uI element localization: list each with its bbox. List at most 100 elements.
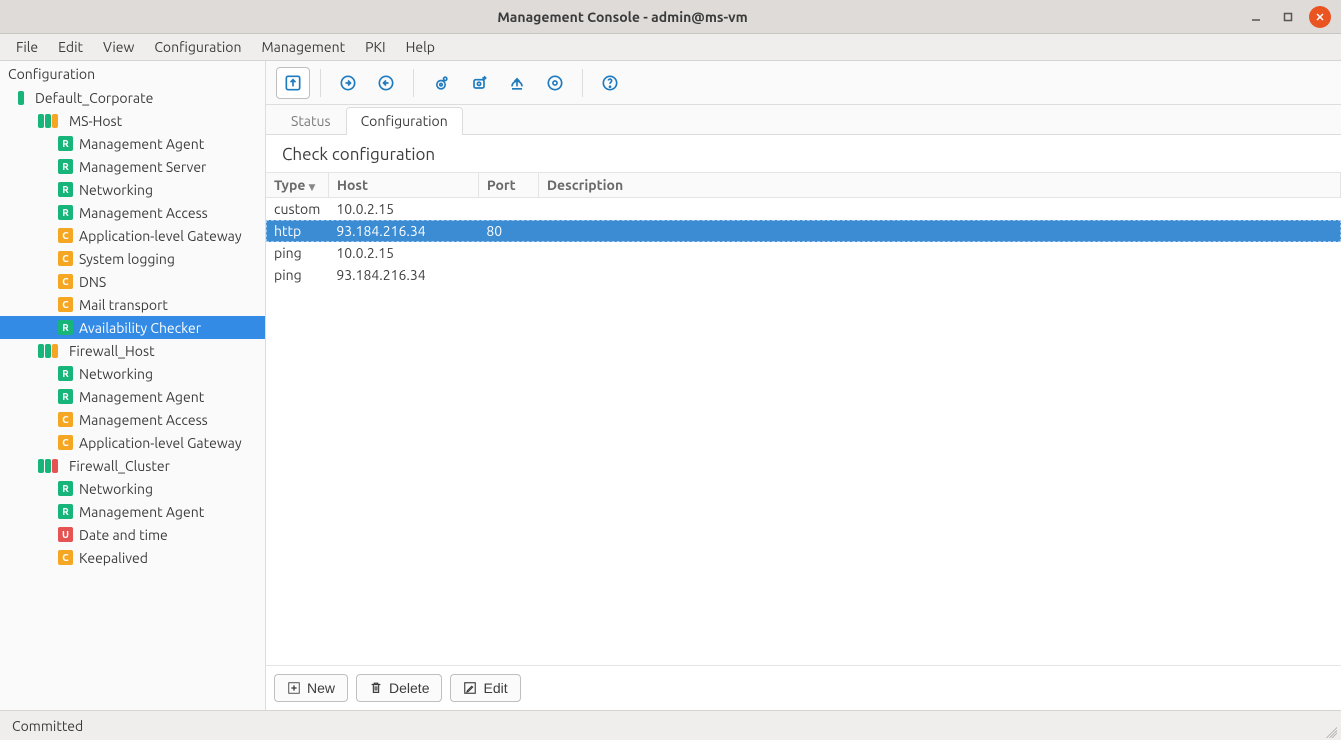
table-area: Type▼HostPortDescription custom10.0.2.15… <box>266 172 1341 665</box>
cell: 10.0.2.15 <box>328 242 478 264</box>
tab-configuration[interactable]: Configuration <box>346 107 463 135</box>
tree-item-label: Firewall_Cluster <box>69 458 170 474</box>
tree-item[interactable]: RManagement Access <box>0 201 265 224</box>
tree-item-label: Availability Checker <box>79 320 201 336</box>
up-level-button[interactable] <box>276 67 310 99</box>
menu-view[interactable]: View <box>93 36 144 58</box>
new-button[interactable]: New <box>274 674 348 702</box>
cell: 10.0.2.15 <box>328 198 478 221</box>
menu-management[interactable]: Management <box>251 36 355 58</box>
cell: ping <box>266 264 328 286</box>
help-button[interactable] <box>593 67 627 99</box>
status-badge-icon: C <box>58 435 73 450</box>
tree-item-label: Networking <box>79 182 153 198</box>
col-description[interactable]: Description <box>538 173 1340 198</box>
menu-edit[interactable]: Edit <box>48 36 93 58</box>
toolbar-sep <box>320 69 321 97</box>
tree-item[interactable]: R Availability Checker <box>0 316 265 339</box>
tree-item[interactable]: CDNS <box>0 270 265 293</box>
table-row[interactable]: ping93.184.216.34 <box>266 264 1341 286</box>
tree-item[interactable]: RManagement Server <box>0 155 265 178</box>
status-badge-icon: R <box>58 504 73 519</box>
cell: http <box>266 220 328 242</box>
export-config-button[interactable] <box>462 67 496 99</box>
toolbar-sep <box>582 69 583 97</box>
table-buttons: New Delete Edit <box>266 665 1341 710</box>
delete-label: Delete <box>389 680 429 696</box>
tree-item[interactable]: MS-Host <box>0 109 265 132</box>
tree-item[interactable]: RManagement Agent <box>0 385 265 408</box>
cell <box>478 242 538 264</box>
tree-item-label: Management Agent <box>79 136 204 152</box>
tree-item[interactable]: UDate and time <box>0 523 265 546</box>
delete-button[interactable]: Delete <box>356 674 442 702</box>
table-row[interactable]: http93.184.216.3480 <box>266 220 1341 242</box>
tree-item[interactable]: Default_Corporate <box>0 86 265 109</box>
edit-button[interactable]: Edit <box>450 674 520 702</box>
upload-button[interactable] <box>500 67 534 99</box>
resize-grip-icon[interactable] <box>1323 724 1337 738</box>
menu-file[interactable]: File <box>6 36 48 58</box>
tree-item[interactable]: R Management Agent <box>0 500 265 523</box>
view-config-button[interactable] <box>424 67 458 99</box>
cell <box>478 198 538 221</box>
tree-item-label: Date and time <box>79 527 168 543</box>
tree-item[interactable]: CMail transport <box>0 293 265 316</box>
status-badge-icon: R <box>58 182 73 197</box>
col-host[interactable]: Host <box>328 173 478 198</box>
tree-item[interactable]: CApplication-level Gateway <box>0 224 265 247</box>
statusbar: Committed <box>0 710 1341 740</box>
tree-item-label: Mail transport <box>79 297 168 313</box>
table-row[interactable]: ping10.0.2.15 <box>266 242 1341 264</box>
menu-configuration[interactable]: Configuration <box>144 36 251 58</box>
window-title: Management Console - admin@ms-vm <box>0 9 1245 25</box>
tabs: StatusConfiguration <box>266 105 1341 135</box>
menu-pki[interactable]: PKI <box>355 36 395 58</box>
menu-help[interactable]: Help <box>396 36 445 58</box>
tree-item[interactable]: Firewall_Host <box>0 339 265 362</box>
sidebar-heading: Configuration <box>0 61 265 86</box>
tree-item[interactable]: RNetworking <box>0 362 265 385</box>
status-text: Committed <box>12 718 83 734</box>
col-port[interactable]: Port <box>478 173 538 198</box>
commit-in-button[interactable] <box>331 67 365 99</box>
tree-item-label: Management Access <box>79 412 208 428</box>
cell: custom <box>266 198 328 221</box>
tree-item-label: Application-level Gateway <box>79 228 242 244</box>
status-badge-icon: C <box>58 412 73 427</box>
tree-item[interactable]: Firewall_Cluster <box>0 454 265 477</box>
tree-item[interactable]: RManagement Agent <box>0 132 265 155</box>
checks-table[interactable]: Type▼HostPortDescription custom10.0.2.15… <box>266 173 1341 286</box>
status-badge-icon: C <box>58 550 73 565</box>
tree-item-label: MS-Host <box>69 113 122 129</box>
minimize-button[interactable] <box>1245 6 1267 28</box>
tab-status[interactable]: Status <box>276 107 346 135</box>
tree-item-label: Management Agent <box>79 504 204 520</box>
toolbar <box>266 61 1341 105</box>
cell: 93.184.216.34 <box>328 220 478 242</box>
config-tree: Default_Corporate MS-Host R Management Agen… <box>0 86 265 569</box>
table-row[interactable]: custom10.0.2.15 <box>266 198 1341 221</box>
tree-item[interactable]: C Application-level Gateway <box>0 431 265 454</box>
tree-item-label: Default_Corporate <box>35 90 153 106</box>
edit-label: Edit <box>483 680 507 696</box>
tree-item[interactable]: RNetworking <box>0 477 265 500</box>
tree-item-label: Application-level Gateway <box>79 435 242 451</box>
tree-item[interactable]: C System logging <box>0 247 265 270</box>
col-type[interactable]: Type▼ <box>266 173 328 198</box>
commit-out-button[interactable] <box>369 67 403 99</box>
status-badge-icon: R <box>58 389 73 404</box>
maximize-button[interactable] <box>1277 6 1299 28</box>
cell <box>538 198 1340 221</box>
status-badge-icon: R <box>58 320 73 335</box>
status-badge-icon: C <box>58 251 73 266</box>
settings-sync-button[interactable] <box>538 67 572 99</box>
cell <box>538 242 1340 264</box>
tree-item[interactable]: R Networking <box>0 178 265 201</box>
tree-item[interactable]: CKeepalived <box>0 546 265 569</box>
tree-item-label: Management Server <box>79 159 206 175</box>
cell: 93.184.216.34 <box>328 264 478 286</box>
tree-item[interactable]: C Management Access <box>0 408 265 431</box>
tree-item-label: System logging <box>79 251 175 267</box>
close-button[interactable] <box>1309 6 1331 28</box>
